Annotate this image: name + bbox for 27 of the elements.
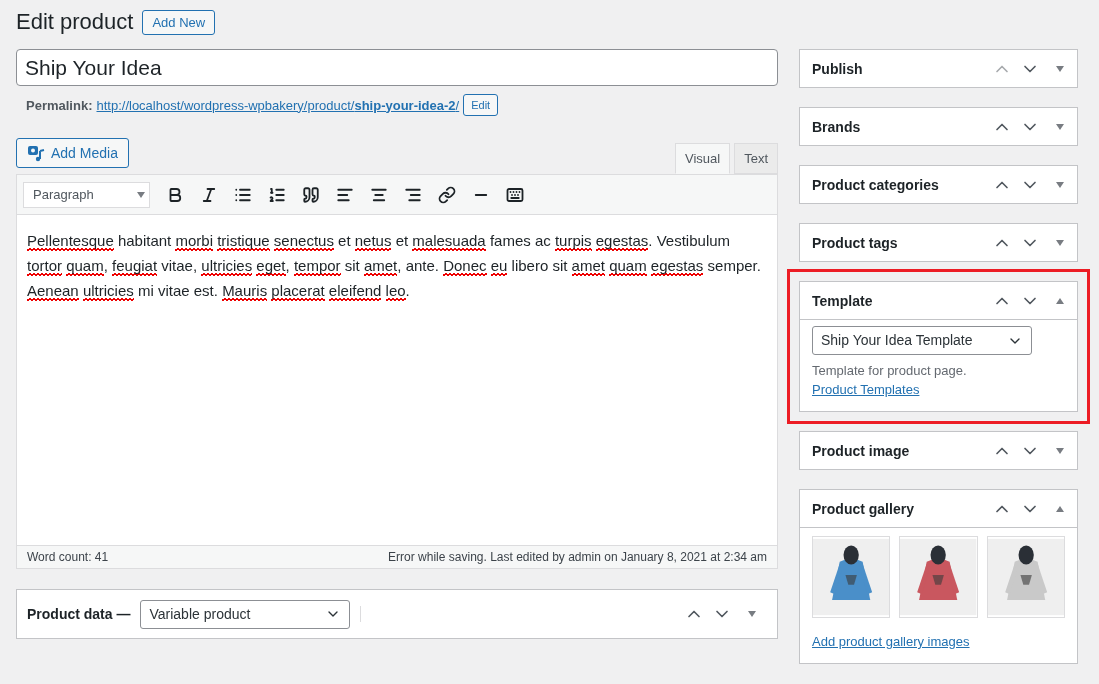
panel-title: Product tags	[812, 234, 898, 251]
template-description: Template for product page. Product Templates	[812, 362, 968, 399]
panel-title: Product data —	[27, 606, 131, 622]
permalink-label: Permalink:	[26, 97, 93, 113]
add-media-button[interactable]: Add Media	[16, 138, 129, 168]
edit-permalink-button[interactable]: Edit	[463, 94, 499, 116]
editor-text[interactable]: Pellentesque habitant morbi tristique senectus et netus et malesuada fames ac turpis egestas. Vestibulum tortor quam, feugiat vitae, ultricies eget, tempor sit amet, ante. Donec eu libero sit amet quam egestas semper. Aenean ultricies mi vitae est. Mauris placerat eleifend leo.	[17, 215, 777, 545]
panel-title: Publish	[812, 60, 863, 77]
panel-title: Product image	[812, 442, 910, 459]
product-templates-link[interactable]: Product Templates	[812, 382, 920, 397]
permalink-link[interactable]: http://localhost/wordpress-wpbakery/product/ship-your-idea-2/	[96, 97, 460, 113]
page-title: Edit product	[16, 9, 134, 35]
add-gallery-images-link[interactable]: Add product gallery images	[812, 634, 970, 649]
template-select[interactable]: Ship Your Idea Template	[812, 326, 1032, 355]
add-new-button[interactable]: Add New	[142, 9, 216, 35]
format-select[interactable]: Paragraph	[23, 181, 150, 208]
panel-title: Brands	[812, 118, 861, 135]
word-count: Word count: 41	[27, 550, 109, 564]
last-edited-text: Error while saving. Last edited by admin on January 8, 2021 at 2:34 am	[388, 550, 767, 564]
editor-tab[interactable]: Visual	[674, 143, 731, 174]
panel-title: Template	[812, 292, 873, 309]
panel-title: Product categories	[812, 176, 939, 193]
media-icon	[27, 144, 45, 162]
product-type-select[interactable]: Variable product	[140, 599, 351, 629]
title-field[interactable]: Ship Your Idea	[16, 49, 778, 86]
panel-title: Product gallery	[812, 500, 914, 517]
editor-tab[interactable]: Text	[734, 143, 778, 174]
